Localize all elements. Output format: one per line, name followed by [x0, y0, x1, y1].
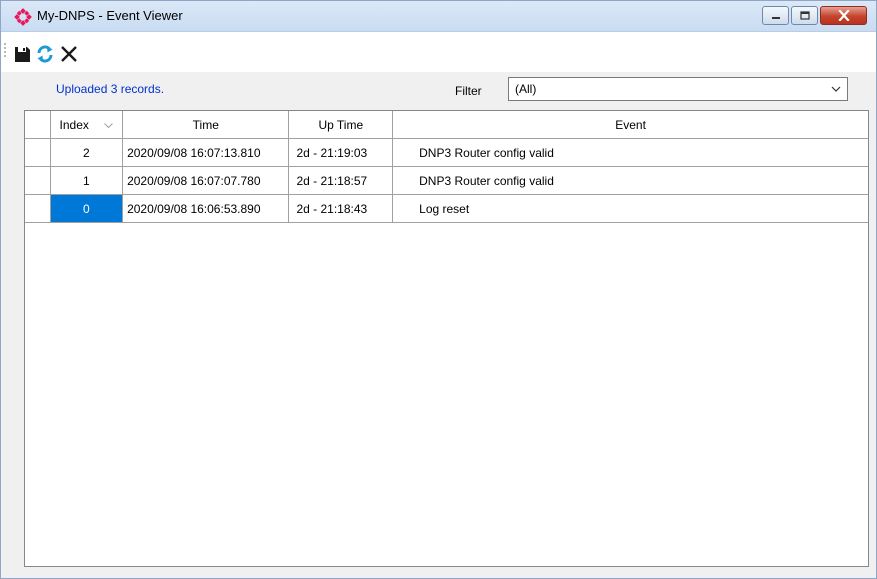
toolbar-grip[interactable] [4, 42, 6, 58]
app-logo-icon [14, 8, 32, 26]
column-header-event[interactable]: Event [392, 111, 868, 139]
refresh-button[interactable] [35, 44, 55, 64]
event-table[interactable]: Index Time Up Time Event 2 2020/09/08 16… [24, 110, 869, 567]
delete-button[interactable] [59, 44, 79, 64]
delete-icon [61, 46, 77, 62]
cell-time[interactable]: 2020/09/08 16:07:13.810 [122, 138, 290, 167]
minimize-button[interactable] [762, 6, 789, 25]
cell-time[interactable]: 2020/09/08 16:06:53.890 [122, 194, 290, 223]
row-header-cell[interactable] [25, 138, 51, 167]
status-message: Uploaded 3 records. [56, 82, 165, 96]
window-bottom-edge [1, 573, 876, 578]
table-row[interactable]: 2 2020/09/08 16:07:13.810 2d - 21:19:03 … [25, 138, 868, 167]
row-header-corner [25, 111, 51, 139]
column-header-time[interactable]: Time [122, 111, 290, 139]
cell-uptime[interactable]: 2d - 21:18:43 [288, 194, 394, 223]
cell-index[interactable]: 0 [49, 194, 124, 223]
cell-event[interactable]: DNP3 Router config valid [392, 166, 868, 195]
row-header-cell[interactable] [25, 166, 51, 195]
cell-index[interactable]: 2 [49, 138, 124, 167]
column-header-uptime[interactable]: Up Time [288, 111, 394, 139]
maximize-icon [799, 11, 810, 20]
cell-index[interactable]: 1 [49, 166, 124, 195]
close-button[interactable] [820, 6, 867, 25]
cell-uptime[interactable]: 2d - 21:19:03 [288, 138, 394, 167]
row-header-cell[interactable] [25, 194, 51, 223]
cell-uptime[interactable]: 2d - 21:18:57 [288, 166, 394, 195]
cell-event[interactable]: DNP3 Router config valid [392, 138, 868, 167]
refresh-icon [37, 45, 53, 63]
title-bar[interactable]: My-DNPS - Event Viewer [1, 1, 876, 32]
filter-label: Filter [455, 84, 482, 98]
table-row-selected[interactable]: 0 2020/09/08 16:06:53.890 2d - 21:18:43 … [25, 194, 868, 223]
minimize-icon [771, 16, 780, 19]
event-viewer-window: My-DNPS - Event Viewer Uploaded 3 record… [0, 0, 877, 579]
close-icon [837, 10, 850, 21]
table-header-row: Index Time Up Time Event [25, 111, 868, 139]
maximize-button[interactable] [791, 6, 818, 25]
cell-event[interactable]: Log reset [392, 194, 868, 223]
save-button[interactable] [12, 44, 32, 64]
filter-dropdown[interactable]: (All) [508, 77, 848, 101]
window-title: My-DNPS - Event Viewer [37, 8, 183, 23]
column-header-index-label: Index [59, 117, 89, 132]
sort-descending-icon [104, 122, 114, 128]
save-icon [14, 46, 30, 62]
column-header-index[interactable]: Index [49, 111, 124, 139]
table-row[interactable]: 1 2020/09/08 16:07:07.780 2d - 21:18:57 … [25, 166, 868, 195]
filter-selected-value: (All) [515, 82, 537, 96]
chevron-down-icon [831, 86, 841, 92]
toolbar [1, 32, 876, 72]
cell-time[interactable]: 2020/09/08 16:07:07.780 [122, 166, 290, 195]
